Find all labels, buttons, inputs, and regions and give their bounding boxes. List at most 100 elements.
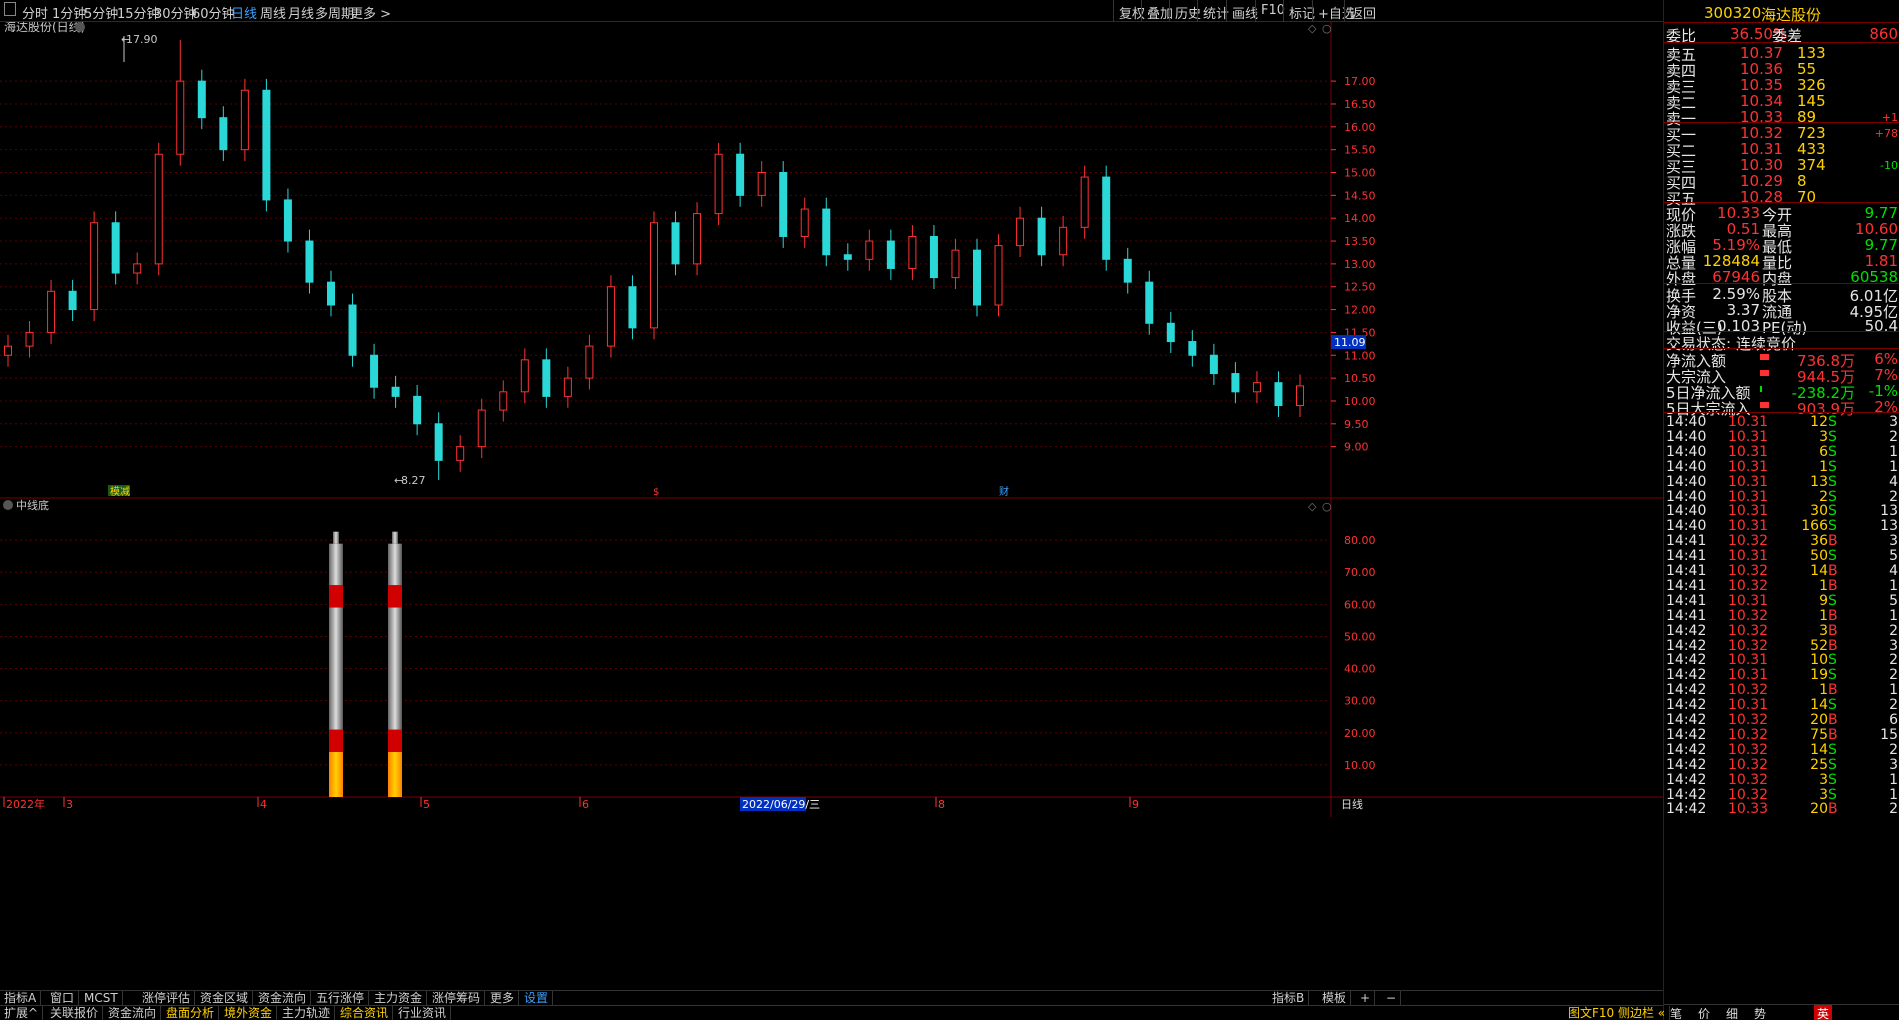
y-tick-label: 10.50 — [1344, 372, 1376, 385]
toolbar-menu-icon[interactable] — [4, 2, 16, 16]
tick-row: 14:42 10.33 20 B 2 — [1664, 800, 1899, 818]
period-tab[interactable]: 分时 — [22, 3, 48, 22]
y-tick-label: 15.50 — [1344, 144, 1376, 157]
indicator-tab[interactable]: 窗口 — [46, 991, 80, 1006]
info-tab[interactable]: 境外资金 — [220, 1006, 278, 1020]
indicator-bar — [388, 531, 402, 797]
y-tick-label: 40.00 — [1344, 663, 1376, 676]
y-tick-label: 50.00 — [1344, 630, 1376, 643]
info-tab[interactable]: 资金流向 — [104, 1006, 162, 1020]
period-tab[interactable]: 多周期 — [315, 3, 354, 22]
candlestick[interactable] — [606, 275, 615, 358]
candlestick[interactable] — [348, 293, 357, 367]
close-main-icon[interactable]: ○ — [1322, 22, 1332, 35]
x-tick-label: 9 — [1132, 798, 1139, 811]
info-tab[interactable]: 扩展^ — [0, 1006, 44, 1020]
candlestick[interactable] — [994, 234, 1003, 317]
y-tick-label: 10.00 — [1344, 395, 1376, 408]
y-tick-label: 11.00 — [1344, 349, 1376, 362]
close-indicator-icon[interactable]: ○ — [1322, 500, 1332, 513]
indicator-title: 中线底 — [16, 498, 49, 512]
ime-indicator[interactable]: 英 — [1814, 1005, 1833, 1020]
indicator-tab[interactable]: 五行涨停 — [312, 991, 370, 1006]
chart-svg[interactable]: 17.00 16.50 16.00 15.50 15.00 14.50 14.00 13.50… — [0, 19, 1663, 990]
y-tick-label: 12.00 — [1344, 304, 1376, 317]
candlestick[interactable] — [1102, 165, 1111, 271]
chart-area[interactable]: 17.00 16.50 16.00 15.50 15.00 14.50 14.00 13.50… — [0, 19, 1663, 990]
candlestick[interactable] — [693, 202, 702, 276]
toolbar-button[interactable]: 返回 — [1344, 0, 1381, 22]
candlestick[interactable] — [714, 142, 723, 226]
period-tab[interactable]: 30分钟 — [154, 3, 197, 22]
info-tabs-bar: 扩展^ 关联报价 资金流向 盘面分析 境外资金 主力轨迹 综合资讯 行业资讯 图文F10 侧边栏… — [0, 1005, 1671, 1020]
info-tab[interactable]: 主力轨迹 — [278, 1006, 336, 1020]
candlestick[interactable] — [779, 161, 788, 248]
x-tick-label: 2022年 — [6, 797, 45, 811]
stock-code: 300320 — [1704, 4, 1762, 22]
candlestick[interactable] — [90, 211, 99, 321]
info-tab[interactable]: 盘面分析 — [162, 1006, 220, 1020]
side-panel-toggle[interactable]: 图文F10 侧边栏 « — [1564, 1006, 1671, 1020]
indicator-tab[interactable]: 指标B — [1268, 991, 1310, 1006]
indicator-tab[interactable]: 更多 — [486, 991, 520, 1006]
y-tick-label: 14.50 — [1344, 189, 1376, 202]
period-tab[interactable]: 日线 — [231, 3, 257, 22]
indicator-tab[interactable]: 设置 — [520, 991, 554, 1006]
period-tab[interactable]: 月线 — [288, 3, 314, 22]
panel-tab[interactable]: 笔 — [1670, 1005, 1682, 1020]
period-tab[interactable]: 60分钟 — [192, 3, 235, 22]
period-tab[interactable]: 更多 > — [350, 3, 391, 22]
candlestick[interactable] — [262, 78, 271, 212]
indicator-tab[interactable]: 指标A — [0, 991, 42, 1006]
candlestick[interactable] — [154, 142, 163, 276]
indicator-tab[interactable]: − — [1382, 991, 1402, 1006]
indicator-tab[interactable]: 涨停筹码 — [428, 991, 486, 1006]
indicator-tab[interactable]: 资金流向 — [254, 991, 312, 1006]
x-tick-label: 8 — [938, 798, 945, 811]
indicator-settings-icon[interactable] — [3, 500, 13, 510]
period-tab[interactable]: 1分钟 — [52, 3, 86, 22]
tick-side: B — [1828, 801, 1838, 818]
trading-app: 分时 1分钟 5分钟 15分钟 30分钟 60分钟 日线 周线 月线 多周期 更多 > 复权 叠加 历史… — [0, 0, 1899, 1020]
y-tick-label: 9.50 — [1344, 418, 1369, 431]
panel-tab[interactable]: 细 — [1726, 1005, 1738, 1020]
y-tick-label: 15.00 — [1344, 167, 1376, 180]
event-marker-label[interactable]: $ — [653, 487, 659, 498]
period-tab[interactable]: 周线 — [260, 3, 286, 22]
candlestick[interactable] — [650, 211, 658, 340]
candlestick[interactable] — [240, 78, 249, 162]
candlestick[interactable] — [1080, 165, 1089, 239]
tick-price: 10.33 — [1728, 801, 1769, 818]
x-tick-label: 3 — [66, 798, 73, 811]
diamond-icon[interactable]: ◇ — [1308, 500, 1317, 513]
diamond-icon[interactable]: ◇ — [1308, 22, 1317, 35]
info-tab[interactable]: 行业资讯 — [394, 1006, 452, 1020]
indicator-tab[interactable]: MCST — [80, 991, 123, 1006]
indicator-bar — [329, 531, 343, 797]
high-price-label: 17.90 — [126, 33, 158, 46]
y-tick-label: 16.50 — [1344, 98, 1376, 111]
info-tab[interactable]: 综合资讯 — [336, 1006, 394, 1020]
y-tick-label: 16.00 — [1344, 121, 1376, 134]
period-toolbar: 分时 1分钟 5分钟 15分钟 30分钟 60分钟 日线 周线 月线 多周期 更多 > 复权 叠加 历史… — [0, 0, 1663, 22]
panel-tab[interactable]: 价 — [1698, 1005, 1710, 1020]
arrow-icon: ← — [394, 474, 403, 487]
indicator-tab[interactable]: 资金区域 — [196, 991, 254, 1006]
y-tick-label: 60.00 — [1344, 598, 1376, 611]
candlestick[interactable] — [973, 238, 981, 317]
indicator-tab[interactable]: + — [1356, 991, 1376, 1006]
y-tick-label: 14.00 — [1344, 212, 1376, 225]
indicator-tab[interactable]: 主力资金 — [370, 991, 428, 1006]
indicator-tab[interactable]: 涨停评估 — [138, 991, 196, 1006]
period-label[interactable]: 日线 — [1341, 797, 1363, 811]
indicator-tab[interactable]: 模板 — [1318, 991, 1352, 1006]
y-tick-label: 13.50 — [1344, 235, 1376, 248]
y-tick-label: 9.00 — [1344, 441, 1369, 454]
event-marker-label[interactable]: 财 — [999, 485, 1009, 498]
panel-tab[interactable]: 势 — [1754, 1005, 1766, 1020]
flow-bar — [1760, 386, 1762, 392]
period-tab[interactable]: 5分钟 — [84, 3, 118, 22]
candlestick[interactable] — [111, 211, 120, 285]
title-dropdown-icon[interactable] — [75, 22, 85, 32]
info-tab[interactable]: 关联报价 — [46, 1006, 104, 1020]
